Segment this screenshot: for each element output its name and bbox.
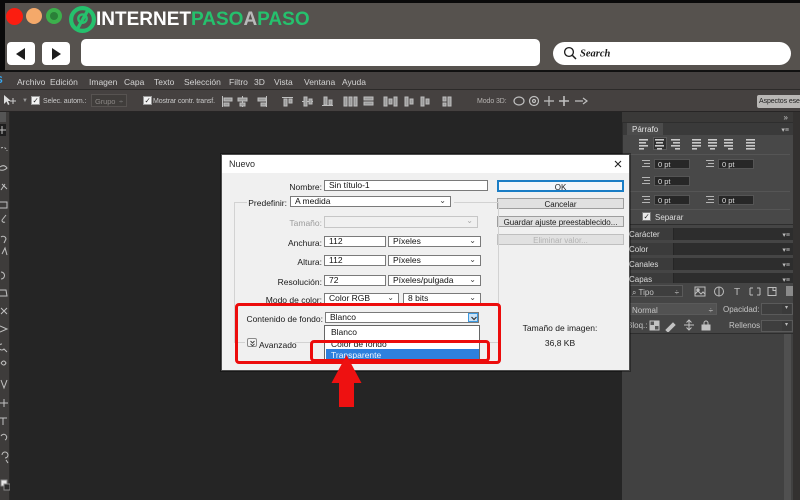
svg-text:T: T [734, 287, 740, 297]
svg-text:Search: Search [580, 49, 610, 60]
